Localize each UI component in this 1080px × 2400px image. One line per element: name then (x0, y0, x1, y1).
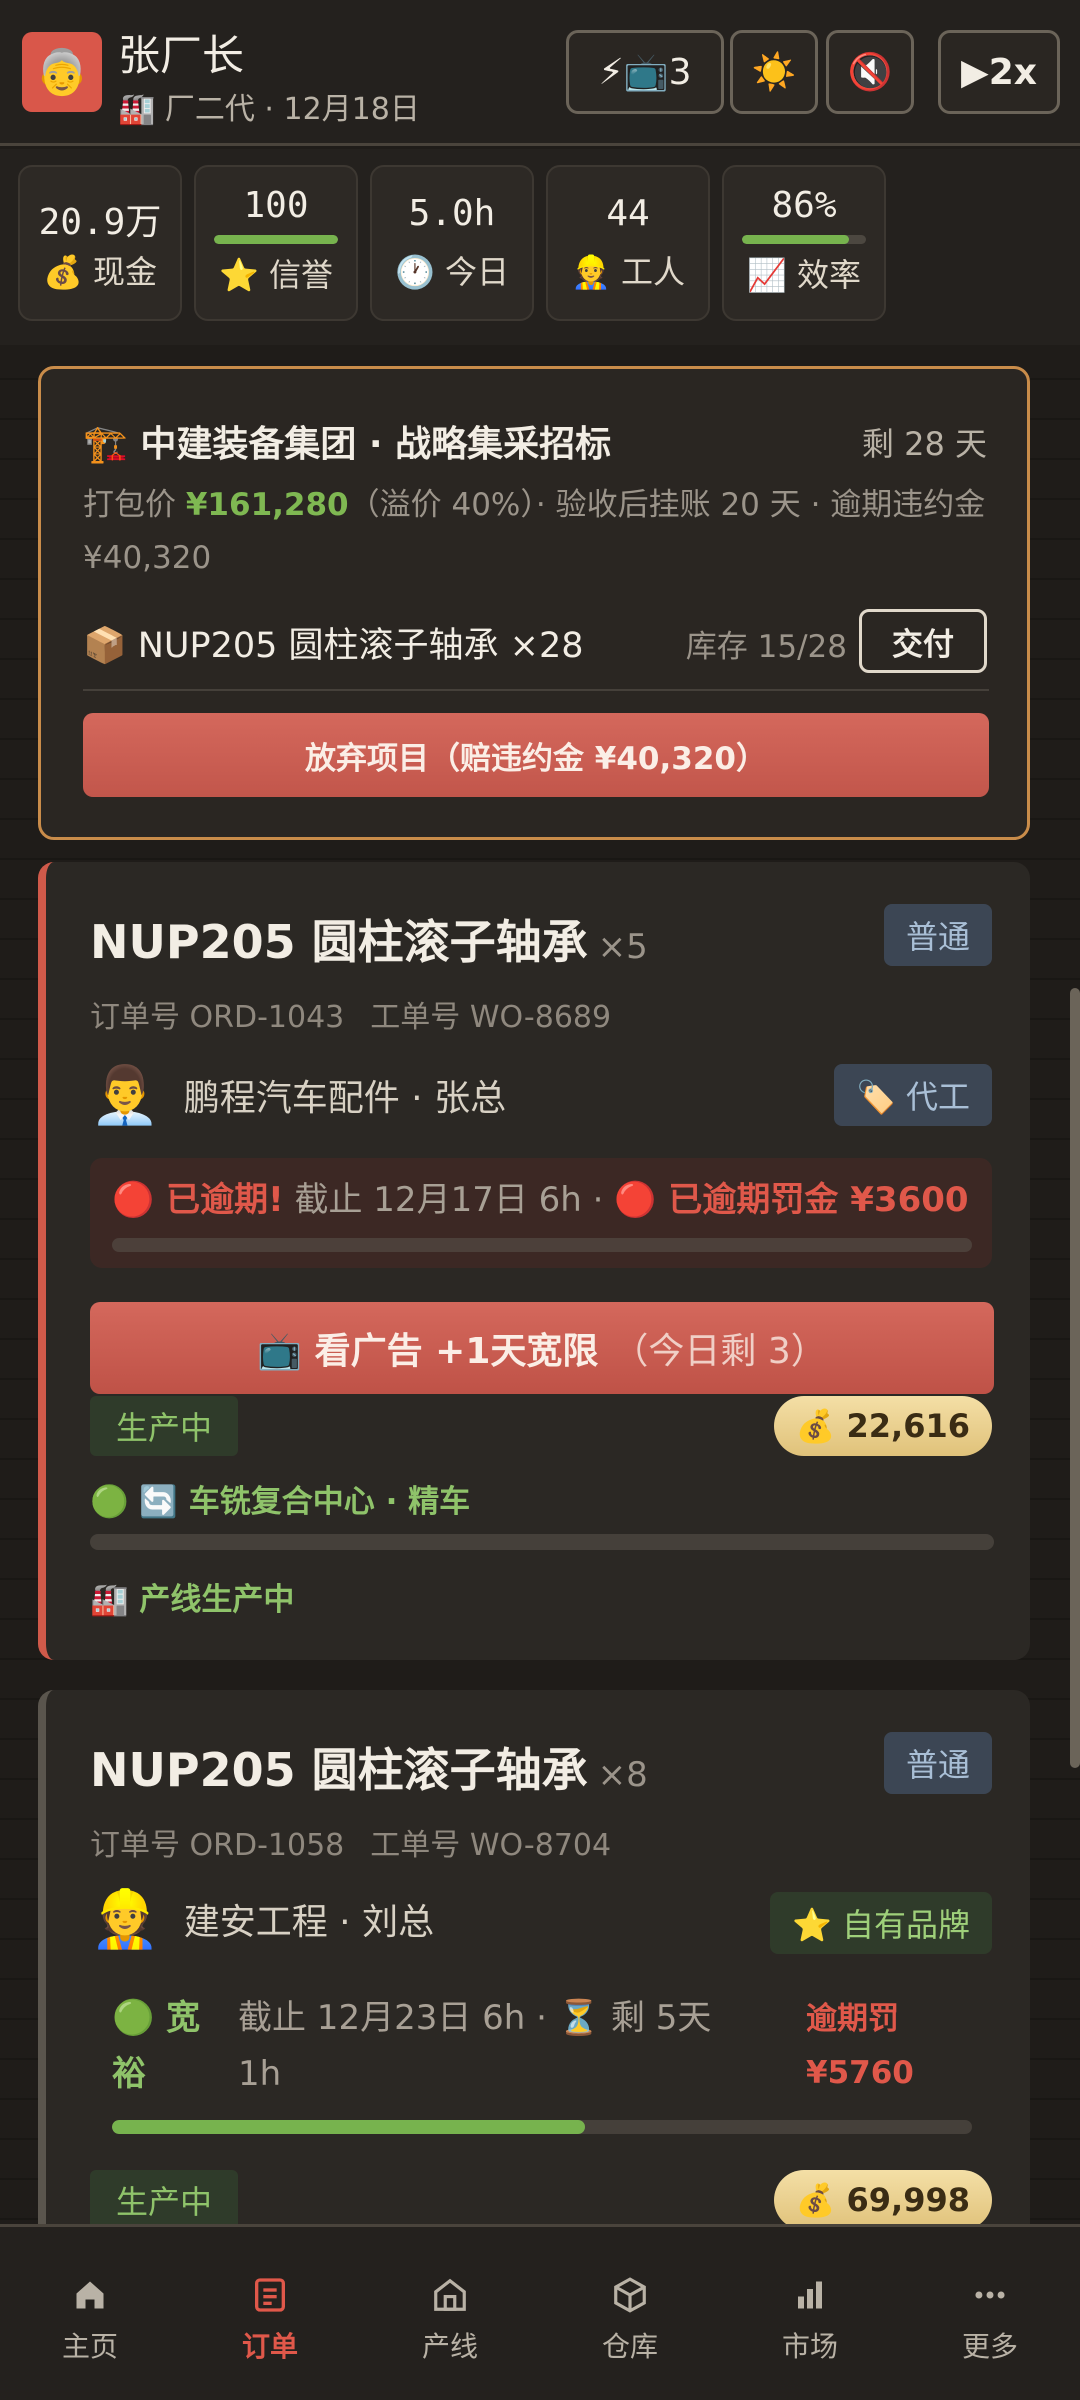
stat-cash: 20.9万 💰 现金 (18, 165, 182, 321)
tender-description: 打包价 ¥161,280（溢价 40%）· 验收后挂账 20 天 · 逾期违约金… (83, 487, 986, 576)
stat-label: 🕐 今日 (394, 253, 510, 291)
chart-icon (730, 2273, 890, 2317)
stat-progress (742, 235, 866, 244)
client-row: 👷 建安工程 · 刘总 (90, 1886, 434, 1952)
order-ids: 订单号 ORD-1058 工单号 WO-8704 (90, 1828, 612, 1863)
deadline-progress-wrap (90, 2120, 992, 2134)
tender-title: 🏗️ 中建装备集团 · 战略集采招标 (83, 424, 612, 465)
divider (83, 689, 989, 691)
more-icon (910, 2273, 1070, 2317)
nav-label: 市场 (781, 2330, 838, 2363)
deliver-button[interactable]: 交付 (859, 609, 987, 673)
order-type-tag: ⭐ 自有品牌 (769, 1892, 992, 1954)
stat-today-hours: 5.0h 🕐 今日 (370, 165, 534, 321)
nav-production-line[interactable]: 产线 (370, 2273, 530, 2365)
stat-label: ⭐ 信誉 (218, 256, 334, 294)
top-bar: 👵 张厂长 🏭 厂二代 · 12月18日 ⚡📺3 ☀️ 🔇 ▶2x (0, 0, 1080, 146)
production-status-tag: 生产中 (90, 1396, 239, 1456)
nav-label: 仓库 (601, 2330, 658, 2363)
order-amount-badge: 💰 69,998 (773, 2170, 992, 2230)
tender-card: 🏗️ 中建装备集团 · 战略集采招标 剩 28 天 打包价 ¥161,280（溢… (38, 366, 1030, 840)
production-status-tag: 生产中 (90, 2170, 239, 2230)
production-progress (90, 1534, 994, 1550)
client-row: 👨‍💼 鹏程汽车配件 · 张总 (90, 1062, 506, 1128)
scrollbar[interactable] (1070, 988, 1080, 1768)
nav-label: 产线 (421, 2330, 478, 2363)
nav-market[interactable]: 市场 (730, 2273, 890, 2365)
production-line-status: 🟢 🔄 车铣复合中心 · 精车 (90, 1484, 471, 1520)
stat-value: 20.9万 (38, 202, 162, 243)
priority-badge: 普通 (883, 904, 992, 966)
order-card[interactable]: NUP205 圆柱滚子轴承 ×8 普通 订单号 ORD-1058 工单号 WO-87… (38, 1690, 1030, 2310)
order-type-tag: 🏷️ 代工 (833, 1064, 992, 1126)
deadline-text: 🔴 已逾期! 截止 12月17日 6h · 🔴 已逾期罚金 ¥3600 (112, 1180, 969, 1220)
abandon-project-button[interactable]: 放弃项目（赔违约金 ¥40,320） (83, 713, 989, 797)
deadline-text: 截止 12月23日 6h · ⏳ 剩 5天 1h (238, 1998, 712, 2094)
watch-ad-extend-button[interactable]: 📺 看广告 +1天宽限 （今日剩 3） (90, 1302, 994, 1394)
speed-button[interactable]: ▶2x (938, 30, 1060, 114)
order-title: NUP205 圆柱滚子轴承 ×5 (90, 915, 648, 969)
stat-value: 86% (771, 185, 837, 226)
order-ids: 订单号 ORD-1043 工单号 WO-8689 (90, 1000, 612, 1035)
nav-label: 订单 (241, 2330, 298, 2363)
mute-icon: 🔇 (847, 52, 893, 93)
stat-label: 👷 工人 (570, 253, 686, 291)
order-amount-badge: 💰 22,616 (773, 1396, 992, 1456)
nav-home[interactable]: 主页 (10, 2273, 170, 2365)
stats-bar: 20.9万 💰 现金 100 ⭐ 信誉 5.0h 🕐 今日 44 👷 工人 86… (0, 149, 1080, 345)
nav-label: 更多 (961, 2330, 1018, 2363)
theme-toggle-button[interactable]: ☀️ (730, 30, 818, 114)
priority-badge: 普通 (883, 1732, 992, 1794)
player-subtitle: 🏭 厂二代 · 12月18日 (118, 92, 420, 127)
tender-stock: 库存 15/28 (685, 629, 847, 665)
stat-progress (214, 235, 338, 244)
deadline-progress (112, 1238, 972, 1252)
stat-label: 📈 效率 (746, 256, 862, 294)
stat-workers: 44 👷 工人 (546, 165, 710, 321)
penalty-text: 🔴 已逾期罚金 ¥3600 (614, 1180, 969, 1220)
nav-orders[interactable]: 订单 (190, 2273, 350, 2365)
stat-value: 100 (243, 185, 309, 226)
stat-efficiency: 86% 📈 效率 (722, 165, 886, 321)
sun-icon: ☀️ (751, 52, 797, 93)
stat-label: 💰 现金 (42, 253, 158, 291)
home-icon (10, 2273, 170, 2317)
orders-icon (190, 2273, 350, 2317)
production-line-note: 🏭 产线生产中 (90, 1582, 295, 1618)
client-name: 鹏程汽车配件 · 张总 (183, 1078, 507, 1119)
bottom-nav: 主页 订单 产线 仓库 市场 更多 (0, 2224, 1080, 2400)
tender-price: ¥161,280 (185, 487, 349, 523)
stat-value: 5.0h (408, 193, 496, 234)
penalty-text: 逾期罚 ¥5760 (806, 2001, 914, 2091)
deadline-box: 🔴 已逾期! 截止 12月17日 6h · 🔴 已逾期罚金 ¥3600 (90, 1158, 992, 1268)
stat-reputation: 100 ⭐ 信誉 (194, 165, 358, 321)
order-card[interactable]: NUP205 圆柱滚子轴承 ×5 普通 订单号 ORD-1043 工单号 WO-86… (38, 862, 1030, 1660)
deadline-status: 🟢 宽裕 (112, 1998, 201, 2094)
overdue-status: 🔴 已逾期! (112, 1180, 284, 1220)
order-title: NUP205 圆柱滚子轴承 ×8 (90, 1743, 648, 1797)
player-avatar[interactable]: 👵 (22, 32, 102, 112)
stat-value: 44 (606, 193, 650, 234)
nav-more[interactable]: 更多 (910, 2273, 1070, 2365)
nav-warehouse[interactable]: 仓库 (550, 2273, 710, 2365)
tender-remaining-days: 剩 28 天 (861, 425, 987, 463)
client-name: 建安工程 · 刘总 (183, 1902, 435, 1943)
deadline-progress (112, 2120, 972, 2134)
client-avatar-icon: 👷 (90, 1887, 160, 1952)
tender-item: 📦 NUP205 圆柱滚子轴承 ×28 (83, 626, 584, 666)
box-icon (550, 2273, 710, 2317)
player-name: 张厂长 (118, 31, 245, 80)
deadline-box: 🟢 宽裕 截止 12月23日 6h · ⏳ 剩 5天 1h 逾期罚 ¥5760 (90, 1980, 992, 2106)
mute-button[interactable]: 🔇 (826, 30, 914, 114)
nav-label: 主页 (61, 2330, 118, 2363)
client-avatar-icon: 👨‍💼 (90, 1063, 160, 1128)
factory-icon (370, 2273, 530, 2317)
watch-ad-button[interactable]: ⚡📺3 (566, 30, 724, 114)
